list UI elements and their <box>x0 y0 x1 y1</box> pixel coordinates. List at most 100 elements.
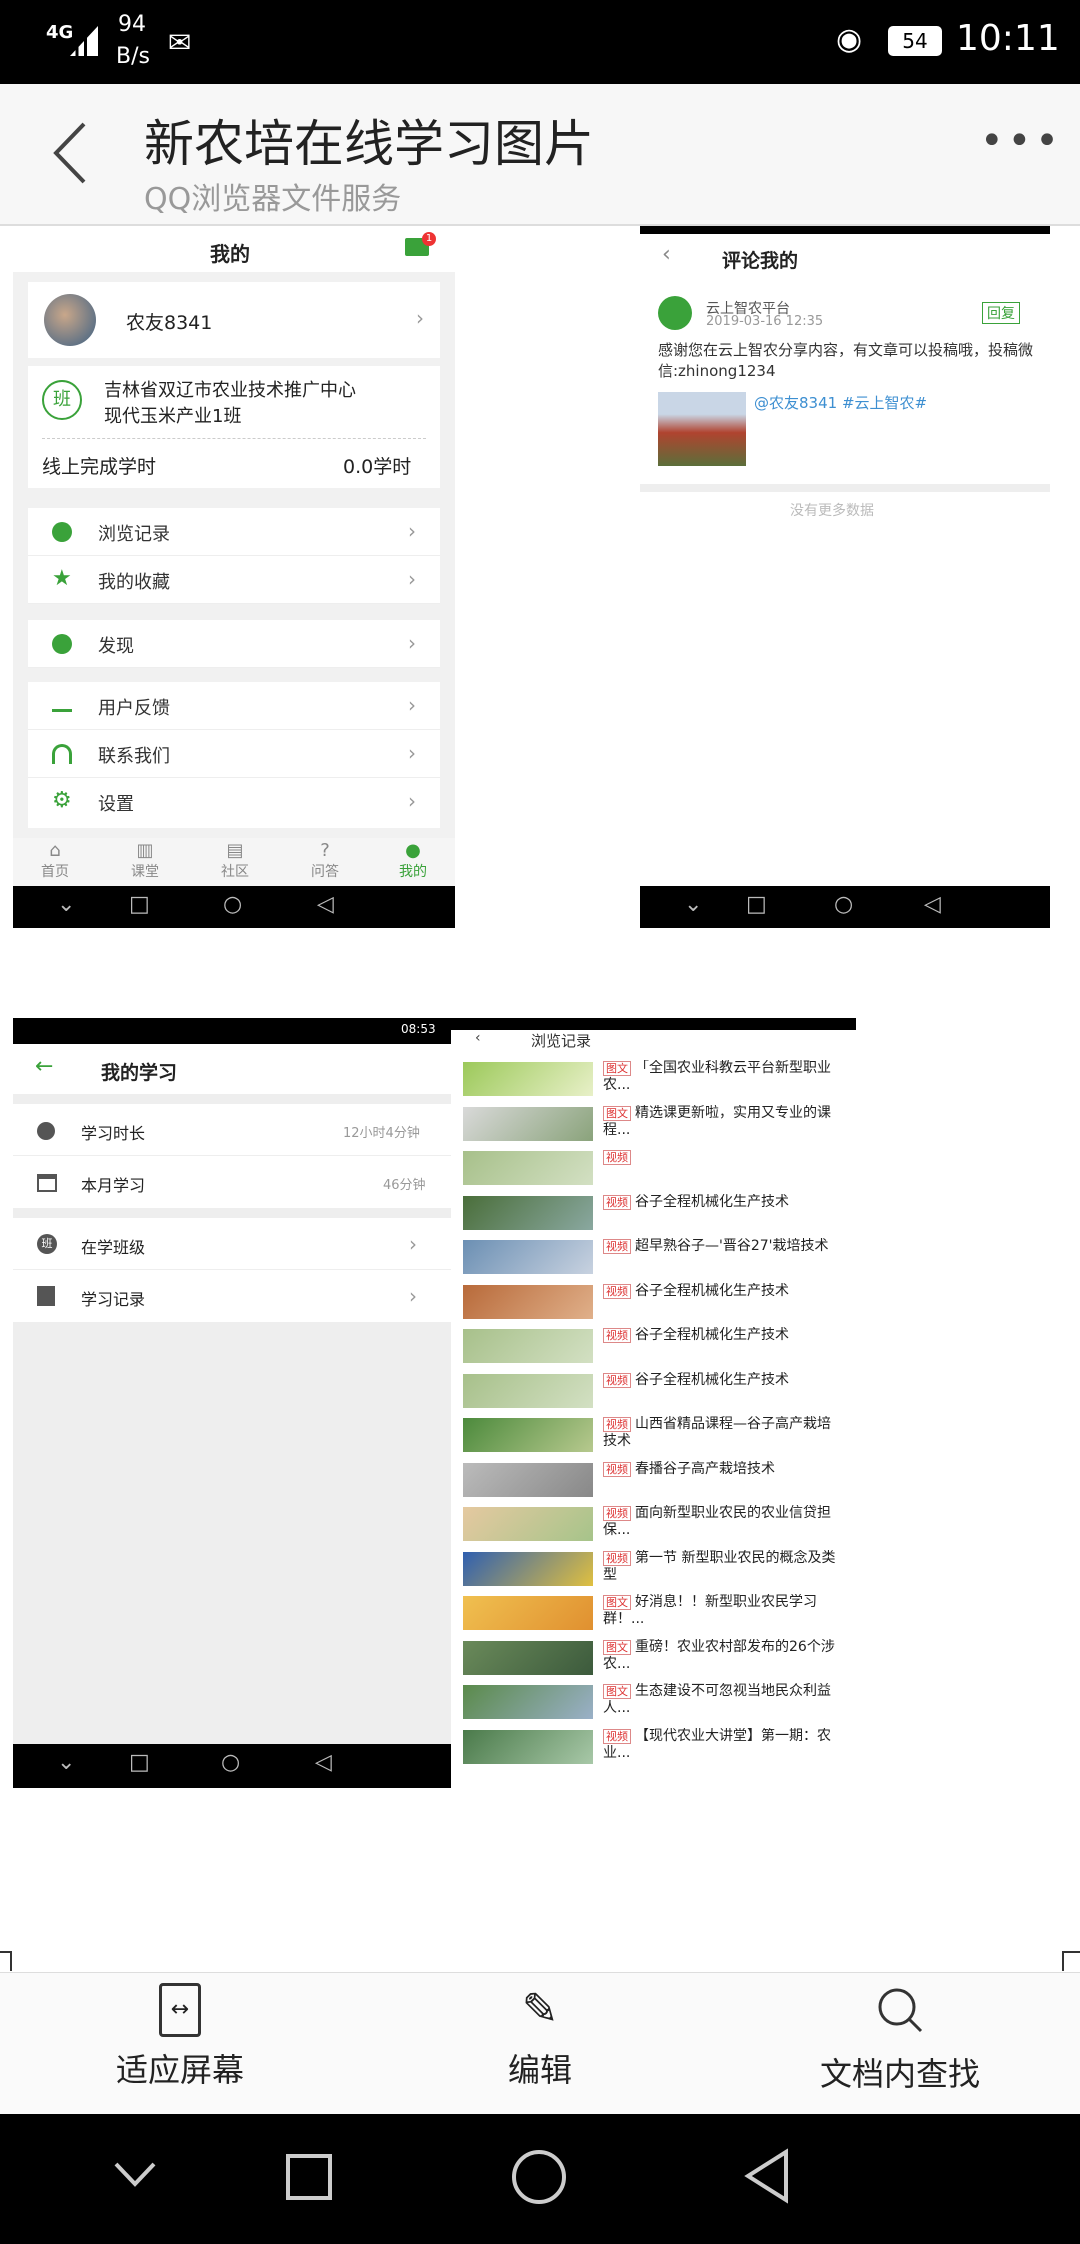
history-thumbnail <box>463 1685 593 1719</box>
history-title: 浏览记录 <box>531 1032 592 1050</box>
menu-favorites[interactable]: ★ 我的收藏 › <box>28 556 440 604</box>
triangle-icon: ◁ <box>317 892 334 917</box>
history-tag: 视频 <box>603 1728 631 1744</box>
battery-icon: 54 <box>888 26 942 56</box>
menu-label: 我的收藏 <box>98 572 170 593</box>
study-duration-row: 学习时长 12小时4分钟 <box>13 1104 451 1156</box>
chat-icon: ▤ <box>226 840 244 861</box>
avatar <box>44 294 96 346</box>
history-text: 视频 谷子全程机械化生产技术 <box>603 1194 843 1230</box>
search-icon <box>873 1983 927 2037</box>
mine-header: 我的 1 <box>13 226 455 272</box>
reply-button[interactable]: 回复 <box>982 302 1020 324</box>
back-arrow-icon[interactable]: ‹ <box>475 1030 481 1046</box>
platform-logo-icon <box>658 296 692 330</box>
edit-icon: ✎ <box>521 1984 559 2035</box>
history-title: 重磅！农业农村部发布的26个涉农... <box>603 1638 835 1672</box>
history-item[interactable]: 视频 谷子全程机械化生产技术 <box>463 1194 848 1234</box>
history-text: 视频 谷子全程机械化生产技术 <box>603 1327 843 1363</box>
history-item[interactable]: 视频 第一节 新型职业农民的概念及类型 <box>463 1550 848 1590</box>
button-label: 适应屏幕 <box>115 2051 244 2089</box>
history-item[interactable]: 视频 谷子全程机械化生产技术 <box>463 1327 848 1367</box>
menu-settings[interactable]: ⚙ 设置 › <box>28 778 440 826</box>
button-label: 文档内查找 <box>819 2055 980 2093</box>
current-class-row[interactable]: 班 在学班级 › <box>13 1218 451 1270</box>
fit-screen-button[interactable]: ↔ 适应屏幕 <box>60 1983 300 2091</box>
back-arrow-icon[interactable] <box>46 118 96 188</box>
history-title: 谷子全程机械化生产技术 <box>635 1371 789 1388</box>
menu-discover[interactable]: 发现 › <box>28 620 440 668</box>
row-value: 46分钟 <box>383 1178 426 1193</box>
history-text: 图文 生态建设不可忽视当地民众利益 人... <box>603 1683 843 1719</box>
divider <box>42 438 426 439</box>
study-links: 班 在学班级 › 学习记录 › <box>13 1218 451 1322</box>
history-tag: 图文 <box>603 1061 631 1076</box>
history-item[interactable]: 图文 好消息！！新型职业农民学习群！... <box>463 1594 848 1634</box>
history-title: 超早熟谷子—'晋谷27'栽培技术 <box>635 1238 829 1254</box>
monthly-study-row: 本月学习 46分钟 <box>13 1156 451 1208</box>
history-item[interactable]: 图文 精选课更新啦，实用又专业的课程... <box>463 1105 848 1145</box>
history-tag: 视频 <box>603 1506 631 1521</box>
title-bar: 新农培在线学习图片 QQ浏览器文件服务 ••• <box>0 84 1080 226</box>
profile-card[interactable]: 农友8341 › <box>28 282 440 358</box>
menu-label: 联系我们 <box>98 746 170 767</box>
screenshot-history: ‹ 浏览记录 图文 「全国农业科教云平台新型职业农... 图文 精选课更新啦，实用又专… <box>451 1018 856 1788</box>
tab-mine[interactable]: ● 我的 <box>391 840 435 881</box>
chevron-down-icon: ⌄ <box>57 892 76 917</box>
history-item[interactable]: 视频 春播谷子高产栽培技术 <box>463 1461 848 1501</box>
history-item[interactable]: 视频 面向新型职业农民的农业信贷担保... <box>463 1505 848 1545</box>
history-thumbnail <box>463 1106 593 1141</box>
comment-date: 2019-03-16 12:35 <box>706 314 824 329</box>
back-arrow-icon[interactable]: ← <box>35 1054 53 1079</box>
comments-title: 评论我的 <box>722 250 799 272</box>
status-strip <box>451 1018 856 1030</box>
history-text: 视频 【现代农业大讲堂】第一期：农业... <box>603 1728 843 1764</box>
tab-label: 课堂 <box>131 864 159 880</box>
history-tag: 视频 <box>603 1239 631 1254</box>
more-icon[interactable]: ••• <box>980 118 1063 164</box>
history-thumbnail <box>463 1195 593 1230</box>
history-item[interactable]: 图文 重磅！农业农村部发布的26个涉农... <box>463 1639 848 1679</box>
chevron-down-icon[interactable] <box>110 2154 160 2194</box>
history-item[interactable]: 视频 超早熟谷子—'晋谷27'栽培技术 <box>463 1238 848 1278</box>
clock-icon <box>37 1122 55 1140</box>
tab-qa[interactable]: ? 问答 <box>303 840 347 881</box>
history-item[interactable]: 视频 【现代农业大讲堂】第一期：农业... <box>463 1728 848 1768</box>
chevron-right-icon: › <box>408 789 416 813</box>
tab-community[interactable]: ▤ 社区 <box>213 840 257 881</box>
history-item[interactable]: 图文 生态建设不可忽视当地民众利益 人... <box>463 1683 848 1723</box>
history-item[interactable]: 视频 <box>463 1149 848 1189</box>
screenshot-comments: ‹ 评论我的 云上智农平台 2019-03-16 12:35 回复 感谢您在云上… <box>640 226 1050 928</box>
history-thumbnail <box>463 1596 593 1630</box>
hours-label: 线上完成学时 <box>42 456 157 478</box>
history-thumbnail <box>463 1640 593 1675</box>
history-item[interactable]: 视频 谷子全程机械化生产技术 <box>463 1283 848 1323</box>
edit-button[interactable]: ✎ 编辑 <box>420 1983 660 2091</box>
back-triangle-icon[interactable] <box>742 2148 792 2204</box>
study-record-row[interactable]: 学习记录 › <box>13 1270 451 1322</box>
home-circle-icon[interactable] <box>512 2150 566 2204</box>
history-thumbnail <box>463 1240 593 1274</box>
tab-home[interactable]: ⌂ 首页 <box>33 840 77 881</box>
history-item[interactable]: 视频 谷子全程机械化生产技术 <box>463 1372 848 1412</box>
menu-label: 发现 <box>98 636 134 657</box>
history-tag: 图文 <box>603 1595 631 1610</box>
image-viewer[interactable]: 我的 1 农友8341 › 班 吉林省双辽市农业技术推广中心 现代玉米产业1班 … <box>0 226 1080 1972</box>
comment-mention[interactable]: @农友8341 #云上智农# <box>754 392 927 413</box>
triangle-icon: ◁ <box>924 892 941 917</box>
tab-class[interactable]: ▥ 课堂 <box>123 840 167 881</box>
history-text: 图文 「全国农业科教云平台新型职业农... <box>603 1060 843 1096</box>
history-text: 视频 春播谷子高产栽培技术 <box>603 1461 843 1497</box>
menu-feedback[interactable]: 用户反馈 › <box>28 682 440 730</box>
find-in-document-button[interactable]: 文档内查找 <box>780 1983 1020 2095</box>
menu-contact[interactable]: 联系我们 › <box>28 730 440 778</box>
recent-apps-icon[interactable] <box>286 2154 332 2200</box>
menu-browse-history[interactable]: 浏览记录 › <box>28 508 440 556</box>
class-icon: 班 <box>42 380 82 420</box>
back-arrow-icon[interactable]: ‹ <box>662 242 671 267</box>
comment-thumbnail[interactable] <box>658 392 746 466</box>
square-icon: □ <box>746 892 767 917</box>
history-item[interactable]: 视频 山西省精品课程—谷子高产栽培技术 <box>463 1416 848 1456</box>
home-icon: ⌂ <box>49 840 61 861</box>
history-item[interactable]: 图文 「全国农业科教云平台新型职业农... <box>463 1060 848 1100</box>
